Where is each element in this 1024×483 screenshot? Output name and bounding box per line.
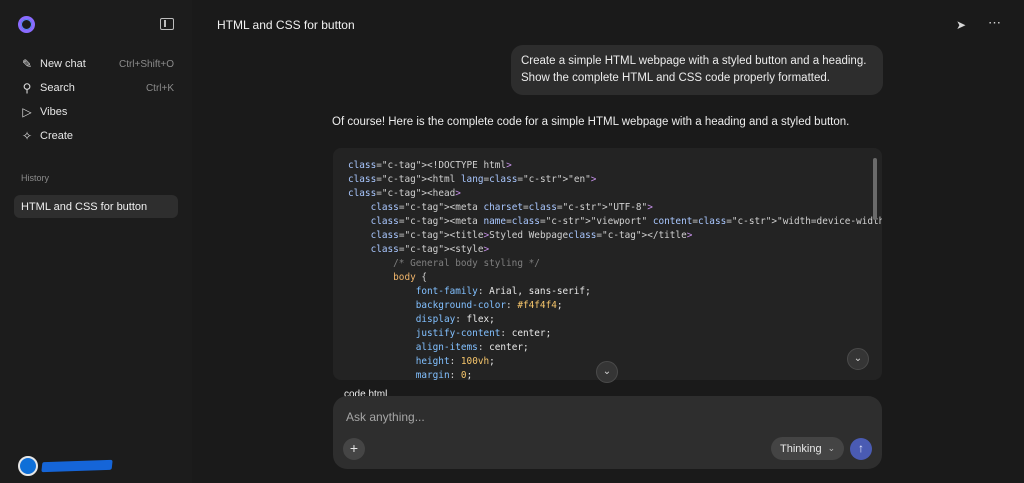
sidebar-toggle-icon[interactable] <box>160 18 174 30</box>
scroll-to-bottom-icon[interactable]: ⌄ <box>596 361 618 383</box>
vibes-button[interactable]: ▷ Vibes <box>14 100 180 124</box>
history-heading: History <box>21 173 50 183</box>
assistant-message: Of course! Here is the complete code for… <box>332 116 850 128</box>
app-logo-icon[interactable] <box>18 16 35 33</box>
send-arrow-up-icon[interactable]: ↑ <box>850 438 872 460</box>
history-item[interactable]: HTML and CSS for button <box>14 195 178 218</box>
code-scrollbar[interactable] <box>873 158 877 220</box>
model-selector[interactable]: Thinking ⌄ <box>771 437 844 460</box>
attach-plus-icon[interactable]: + <box>343 438 365 460</box>
redacted-username <box>41 459 113 473</box>
search-button[interactable]: ⚲ Search Ctrl+K <box>14 76 180 100</box>
model-selector-label: Thinking <box>780 442 822 455</box>
sidebar-nav: ✎ New chat Ctrl+Shift+O ⚲ Search Ctrl+K … <box>14 52 180 148</box>
chat-title: HTML and CSS for button <box>217 18 355 32</box>
search-icon: ⚲ <box>22 81 32 95</box>
sidebar: ✎ New chat Ctrl+Shift+O ⚲ Search Ctrl+K … <box>0 0 192 483</box>
message-input[interactable] <box>346 408 846 426</box>
scroll-down-code-icon[interactable]: ⌄ <box>847 348 869 370</box>
more-options-icon[interactable]: ⋯ <box>988 16 1002 30</box>
avatar[interactable] <box>18 456 38 476</box>
search-shortcut: Ctrl+K <box>145 82 174 94</box>
code-content: class="c-tag"><!DOCTYPE html> class="c-t… <box>348 160 882 380</box>
user-message: Create a simple HTML webpage with a styl… <box>511 45 883 95</box>
sparkle-wand-icon: ✧ <box>21 129 33 143</box>
chevron-down-icon: ⌄ <box>827 443 836 453</box>
new-chat-shortcut: Ctrl+Shift+O <box>118 58 174 70</box>
play-icon: ▷ <box>22 105 32 119</box>
create-button[interactable]: ✧ Create <box>14 124 180 148</box>
new-chat-button[interactable]: ✎ New chat Ctrl+Shift+O <box>14 52 180 76</box>
share-icon[interactable]: ➤ <box>956 18 970 32</box>
code-block: class="c-tag"><!DOCTYPE html> class="c-t… <box>333 148 882 380</box>
edit-icon: ✎ <box>21 57 33 71</box>
